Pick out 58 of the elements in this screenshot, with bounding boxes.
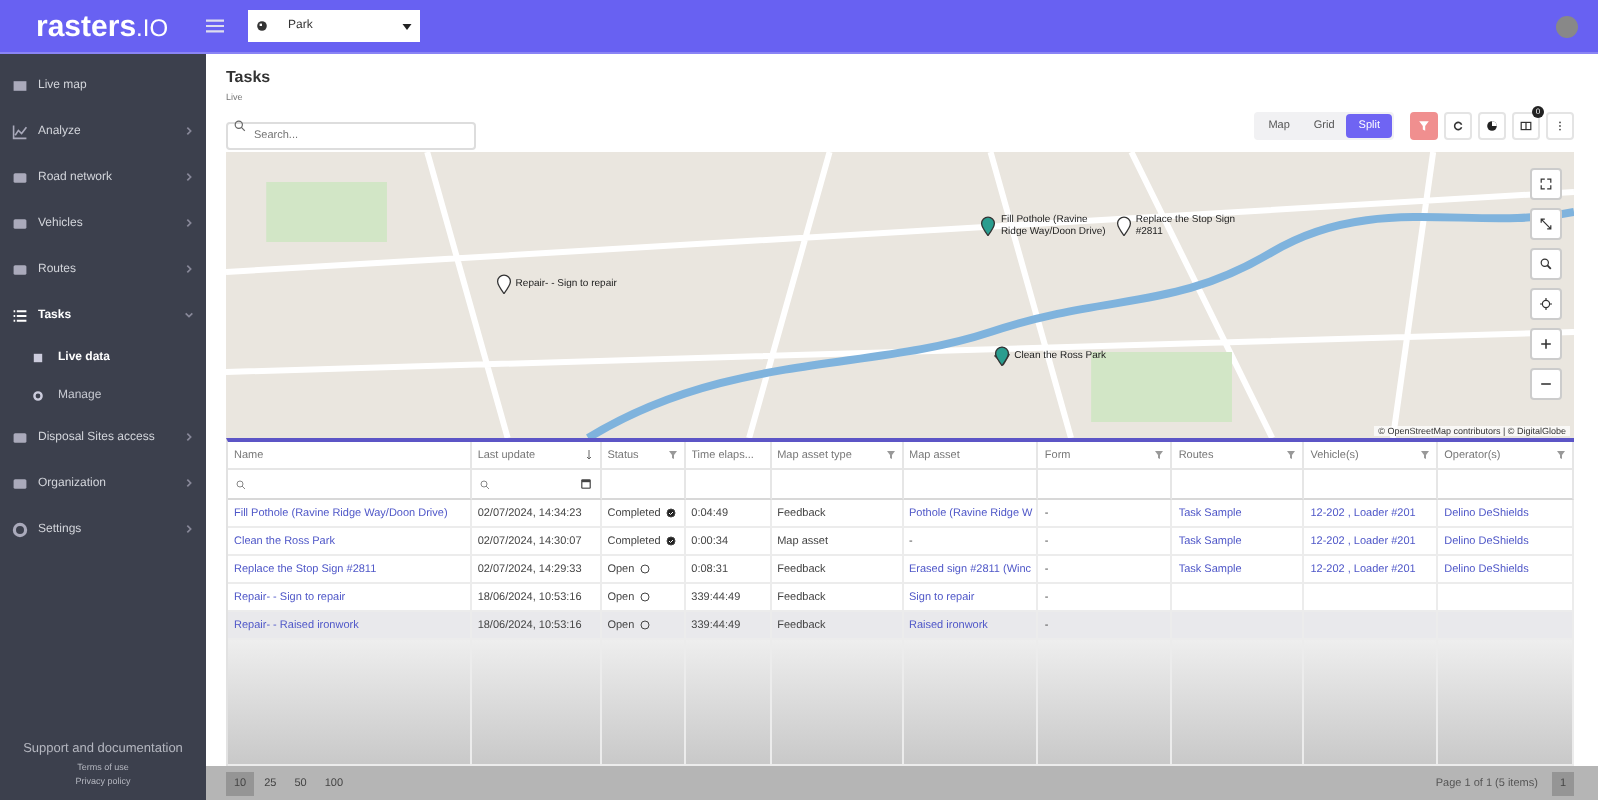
locate-button[interactable]: [1530, 288, 1562, 320]
nav-icon: [12, 475, 28, 491]
pie-chart-icon: [1486, 120, 1498, 132]
caret-icon: [402, 23, 412, 29]
nav-icon: [32, 351, 44, 363]
sort-icon: [583, 450, 594, 460]
minus-icon: [1540, 378, 1552, 390]
chevron-icon: [184, 432, 194, 442]
globe-icon: [256, 20, 268, 32]
area-pin-icon: [994, 346, 1011, 367]
refresh-icon: [1452, 120, 1464, 132]
filter-icon: [1420, 450, 1431, 460]
logo[interactable]: rasters.IO: [36, 9, 206, 43]
filter-icon: [1556, 450, 1567, 460]
zoom-in-button[interactable]: [1530, 328, 1562, 360]
diagonal-arrow-icon: [1540, 218, 1552, 230]
nav-icon: [12, 123, 28, 139]
pin-icon: [980, 216, 997, 237]
filter-icon: [1154, 450, 1165, 460]
nav-icon: [12, 169, 28, 185]
filter-icon: [885, 450, 895, 460]
chevron-icon: [184, 264, 194, 274]
calendar-icon: [579, 478, 592, 490]
page-title: Tasks: [226, 68, 273, 86]
search-icon: [479, 479, 490, 489]
column-filter-field[interactable]: [228, 470, 472, 500]
search-icon: [236, 479, 246, 489]
fullscreen-button[interactable]: [1530, 168, 1562, 200]
pin-icon: [1115, 216, 1132, 237]
chevron-icon: [184, 478, 194, 488]
search-icon: [234, 120, 246, 132]
refresh-button[interactable]: [1444, 112, 1472, 140]
filter-icon: [667, 450, 678, 460]
chevron-icon: [184, 126, 194, 136]
column-filter-field[interactable]: [471, 470, 602, 500]
collapse-button[interactable]: [1530, 208, 1562, 240]
menu-icon[interactable]: [206, 18, 224, 34]
nav-icon: [12, 521, 28, 537]
chevron-icon: [184, 524, 194, 534]
crosshair-icon: [1540, 298, 1552, 310]
search-icon: [1540, 258, 1552, 270]
nav-icon: [12, 77, 28, 93]
filter-icon: [1418, 120, 1430, 132]
nav-icon: [12, 215, 28, 231]
fullscreen-icon: [1540, 178, 1552, 190]
pie-chart-button[interactable]: [1478, 112, 1506, 140]
filter-icon: [1286, 450, 1297, 460]
nav-icon: [12, 429, 28, 445]
nav-icon: [12, 261, 28, 277]
chevron-icon: [184, 310, 194, 320]
nav-icon: [32, 389, 44, 401]
nav-icon: [12, 307, 28, 323]
search-button[interactable]: [1530, 248, 1562, 280]
chevron-icon: [184, 172, 194, 182]
chevron-icon: [184, 218, 194, 228]
columns-icon: [1520, 120, 1532, 132]
pin-icon: [495, 274, 512, 295]
plus-icon: [1540, 338, 1552, 350]
